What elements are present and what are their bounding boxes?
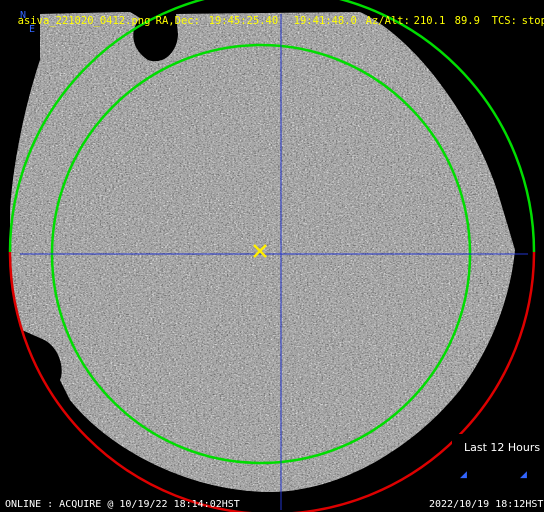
datetime-stamp: 2022/10/19 18:12HST [429,499,544,510]
dec-value: 19:41:48.0 [293,15,357,27]
az-value: 210.1 [413,15,446,27]
compass-north-label: N [20,10,27,21]
track-point-icon: ◢ [460,470,467,480]
track-point-icon: ◢ [520,470,527,480]
compass-east-label: E [29,24,36,35]
tcs-value: stop [521,15,544,27]
status-line: ONLINE : ACQUIRE @ 10/19/22 18:14:02HST [5,499,240,510]
legend-label: Last 12 Hours [464,441,541,454]
image-filename: asiva_221020_0412.png [17,15,151,27]
ra-value: 19:45:25.40 [208,15,279,27]
radec-label: RA,Dec: [155,15,200,27]
header-bar: asiva_221020_0412.png [5,3,151,27]
alt-value: 89.9 [454,15,480,27]
radec-group: RA,Dec: [143,3,200,27]
